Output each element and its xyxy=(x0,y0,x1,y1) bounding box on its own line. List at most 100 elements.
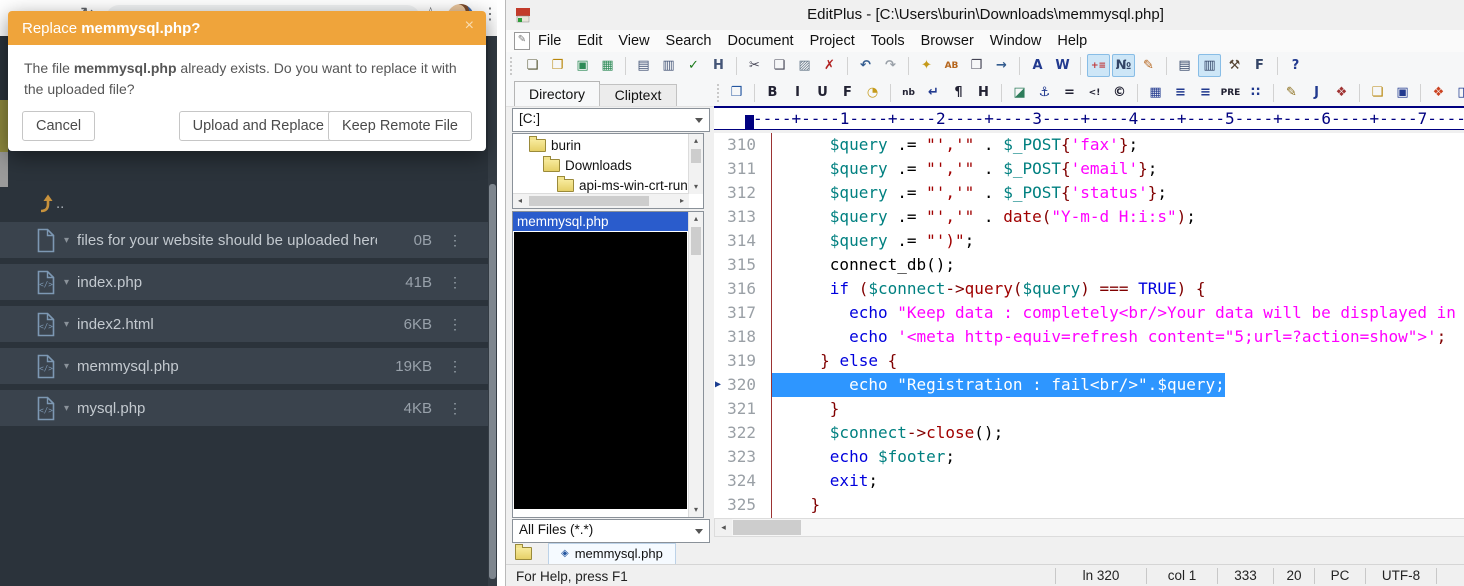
list-icon[interactable]: ∷ xyxy=(1244,81,1267,104)
folder-tab-icon[interactable] xyxy=(514,545,538,563)
document-tab[interactable]: ◈ memmysql.php xyxy=(548,543,676,565)
paste-icon[interactable]: ▨ xyxy=(793,54,816,77)
tree-node-downloads[interactable]: Downloads xyxy=(515,155,688,175)
find-in-files-icon[interactable]: ❒ xyxy=(965,54,988,77)
code-line[interactable]: 311 $query .= "','" . $_POST{'email'}; xyxy=(714,157,1464,181)
find-icon[interactable]: ✦ xyxy=(915,54,938,77)
line-break-icon[interactable]: ↵ xyxy=(922,81,945,104)
code-line[interactable]: 317 echo "Keep data : completely<br/>You… xyxy=(714,301,1464,325)
comment-icon[interactable]: <! xyxy=(1083,81,1106,104)
cancel-button[interactable]: Cancel xyxy=(22,111,95,141)
user-toolbar-icon[interactable]: ⚒ xyxy=(1223,54,1246,77)
paragraph-icon[interactable]: ¶ xyxy=(947,81,970,104)
script-icon[interactable]: ✎ xyxy=(1280,81,1303,104)
tree-node-burin[interactable]: burin xyxy=(515,135,688,155)
copy-icon[interactable]: ❑ xyxy=(768,54,791,77)
object-icon[interactable]: ❖ xyxy=(1330,81,1353,104)
cut-icon[interactable]: ✂ xyxy=(743,54,766,77)
font-tag-icon[interactable]: F xyxy=(836,81,859,104)
folder-icon[interactable]: ❏ xyxy=(1366,81,1389,104)
code-line[interactable]: ▶320 echo "Registration : fail<br/>".$qu… xyxy=(714,373,1464,397)
anchor-icon[interactable]: ⚓ xyxy=(1033,81,1056,104)
file-menu-kebab-icon[interactable]: ⋮ xyxy=(448,358,462,375)
scroll-up-icon[interactable]: ▴ xyxy=(689,134,703,148)
file-name[interactable]: index.php xyxy=(77,274,142,291)
code-line[interactable]: 310 $query .= "','" . $_POST{'fax'}; xyxy=(714,133,1464,157)
line-number-icon[interactable]: № xyxy=(1112,54,1135,77)
menu-window[interactable]: Window xyxy=(982,33,1050,49)
div-icon[interactable]: ▣ xyxy=(1391,81,1414,104)
delete-icon[interactable]: ✗ xyxy=(818,54,841,77)
center-align-icon[interactable]: ≡ xyxy=(1169,81,1192,104)
code-horizontal-scrollbar[interactable]: ◂ xyxy=(714,518,1464,537)
menu-search[interactable]: Search xyxy=(658,33,720,49)
code-line[interactable]: 315 connect_db(); xyxy=(714,253,1464,277)
code-line[interactable]: 324 exit; xyxy=(714,469,1464,493)
code-line[interactable]: 322 $connect->close(); xyxy=(714,421,1464,445)
frame-icon[interactable]: ◫ xyxy=(1452,81,1464,104)
scroll-thumb[interactable] xyxy=(691,227,701,255)
bold-icon[interactable]: B xyxy=(761,81,784,104)
wrap-indicator-icon[interactable]: +≡ xyxy=(1087,54,1110,77)
menu-edit[interactable]: Edit xyxy=(569,33,610,49)
file-actions-caret-icon[interactable]: ▾ xyxy=(64,277,69,288)
file-menu-kebab-icon[interactable]: ⋮ xyxy=(448,274,462,291)
code-line[interactable]: 316 if ($connect->query($query) === TRUE… xyxy=(714,277,1464,301)
spell-check-icon[interactable]: ✓ xyxy=(682,54,705,77)
file-actions-caret-icon[interactable]: ▾ xyxy=(64,235,69,246)
file-name[interactable]: memmysql.php xyxy=(77,358,179,375)
page-scrollbar-thumb[interactable] xyxy=(489,184,496,579)
tree-node-api-ms-win-crt-runtim[interactable]: api-ms-win-crt-runtim xyxy=(515,175,688,195)
function-list-icon[interactable]: F xyxy=(1248,54,1271,77)
file-menu-kebab-icon[interactable]: ⋮ xyxy=(448,232,462,249)
drive-selector[interactable]: [C:] xyxy=(512,108,710,132)
print-preview-icon[interactable]: ▤ xyxy=(632,54,655,77)
scroll-thumb[interactable] xyxy=(733,520,801,535)
tab-directory[interactable]: Directory xyxy=(514,81,600,106)
java-applet-icon[interactable]: J xyxy=(1305,81,1328,104)
save-icon[interactable]: ▣ xyxy=(571,54,594,77)
new-document-icon[interactable]: ❏ xyxy=(521,54,544,77)
replace-icon[interactable]: AB xyxy=(940,54,963,77)
file-actions-caret-icon[interactable]: ▾ xyxy=(64,403,69,414)
open-file-icon[interactable]: ❐ xyxy=(546,54,569,77)
scroll-thumb[interactable] xyxy=(529,196,649,206)
file-row[interactable]: </>▾index2.html6KB⋮ xyxy=(0,306,488,342)
file-name[interactable]: files for your website should be uploade… xyxy=(77,232,377,249)
file-filter-selector[interactable]: All Files (*.*) xyxy=(512,519,710,543)
file-actions-caret-icon[interactable]: ▾ xyxy=(64,361,69,372)
horizontal-rule-icon[interactable]: = xyxy=(1058,81,1081,104)
selected-file-row[interactable]: memmysql.php xyxy=(513,212,692,231)
scroll-thumb[interactable] xyxy=(691,149,701,163)
menu-help[interactable]: Help xyxy=(1049,33,1095,49)
nonbreaking-space-icon[interactable]: nb xyxy=(897,81,920,104)
file-menu-kebab-icon[interactable]: ⋮ xyxy=(448,316,462,333)
file-name[interactable]: index2.html xyxy=(77,316,154,333)
parent-directory-row[interactable]: .. xyxy=(0,188,488,218)
wrap-icon[interactable]: W xyxy=(1051,54,1074,77)
menu-file[interactable]: File xyxy=(530,33,569,49)
code-line[interactable]: 321 } xyxy=(714,397,1464,421)
scroll-right-icon[interactable]: ▸ xyxy=(675,194,689,208)
upload-and-replace-button[interactable]: Upload and Replace xyxy=(179,111,338,141)
scroll-left-icon[interactable]: ◂ xyxy=(715,519,732,536)
code-line[interactable]: 325 } xyxy=(714,493,1464,517)
cliptext-window-icon[interactable]: ▤ xyxy=(1173,54,1196,77)
file-menu-kebab-icon[interactable]: ⋮ xyxy=(448,400,462,417)
color-palette-icon[interactable]: ◔ xyxy=(861,81,884,104)
scroll-up-icon[interactable]: ▴ xyxy=(689,212,703,226)
undo-icon[interactable]: ↶ xyxy=(854,54,877,77)
close-icon[interactable]: × xyxy=(465,18,474,34)
windows-colors-icon[interactable]: ❖ xyxy=(1427,81,1450,104)
tree-horizontal-scrollbar[interactable]: ◂ ▸ xyxy=(513,193,689,208)
filelist-vertical-scrollbar[interactable]: ▴ ▾ xyxy=(688,212,703,517)
file-row[interactable]: </>▾index.php41B⋮ xyxy=(0,264,488,300)
menu-document[interactable]: Document xyxy=(720,33,802,49)
underline-icon[interactable]: U xyxy=(811,81,834,104)
print-icon[interactable]: ▥ xyxy=(657,54,680,77)
tree-vertical-scrollbar[interactable]: ▴ ▾ xyxy=(688,134,703,194)
code-line[interactable]: 318 echo '<meta http-equiv=refresh conte… xyxy=(714,325,1464,349)
save-all-icon[interactable]: ▦ xyxy=(596,54,619,77)
code-line[interactable]: 323 echo $footer; xyxy=(714,445,1464,469)
menu-tools[interactable]: Tools xyxy=(863,33,913,49)
